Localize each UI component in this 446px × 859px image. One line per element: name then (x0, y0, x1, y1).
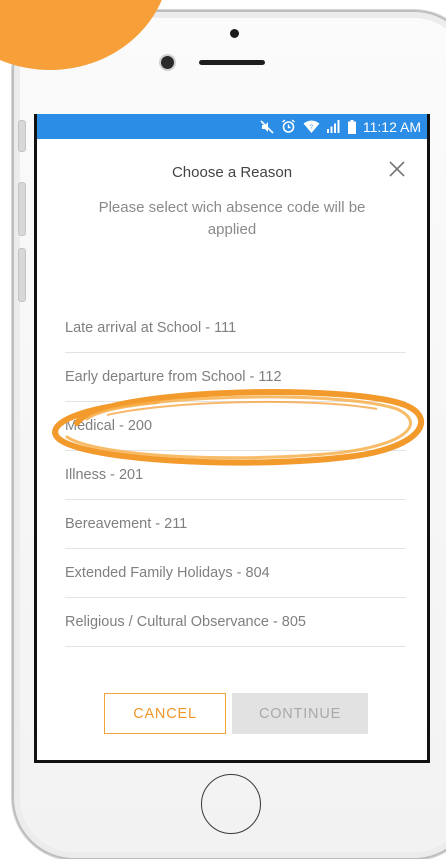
status-bar: ? 11:12 AM (37, 114, 427, 139)
mute-icon (260, 119, 274, 134)
reason-item-medical[interactable]: Medical - 200 (65, 402, 406, 451)
stage: ? 11:12 AM Choose a Reason Please select… (0, 0, 446, 859)
dialog-header: Choose a Reason (37, 139, 427, 189)
volume-down-button (18, 248, 26, 302)
battery-icon (347, 119, 356, 134)
reason-item-illness[interactable]: Illness - 201 (65, 451, 406, 500)
close-icon[interactable] (387, 159, 409, 181)
signal-icon (326, 120, 341, 133)
reason-list: Late arrival at School - 111 Early depar… (65, 304, 406, 647)
cancel-button[interactable]: CANCEL (104, 693, 226, 734)
continue-button[interactable]: CONTINUE (232, 693, 368, 734)
sensor-dot (230, 29, 239, 38)
home-button[interactable] (201, 774, 261, 834)
reason-item-extended-holidays[interactable]: Extended Family Holidays - 804 (65, 549, 406, 598)
reason-item-bereavement[interactable]: Bereavement - 211 (65, 500, 406, 549)
mute-switch (18, 120, 26, 152)
earpiece-speaker (199, 60, 265, 65)
reason-item-early-departure[interactable]: Early departure from School - 112 (65, 353, 406, 402)
alarm-icon (281, 119, 296, 134)
dialog-footer: CANCEL CONTINUE (104, 693, 368, 734)
status-time: 11:12 AM (362, 118, 421, 135)
wifi-icon: ? (303, 120, 320, 134)
front-camera (161, 56, 174, 69)
dialog-subtitle: Please select wich absence code will be … (98, 199, 366, 238)
dialog-title: Choose a Reason (171, 163, 293, 181)
volume-up-button (18, 182, 26, 236)
reason-item-religious-observance[interactable]: Religious / Cultural Observance - 805 (65, 598, 406, 647)
phone-screen: ? 11:12 AM Choose a Reason Please select… (34, 114, 430, 763)
reason-item-late-arrival[interactable]: Late arrival at School - 111 (65, 304, 406, 353)
